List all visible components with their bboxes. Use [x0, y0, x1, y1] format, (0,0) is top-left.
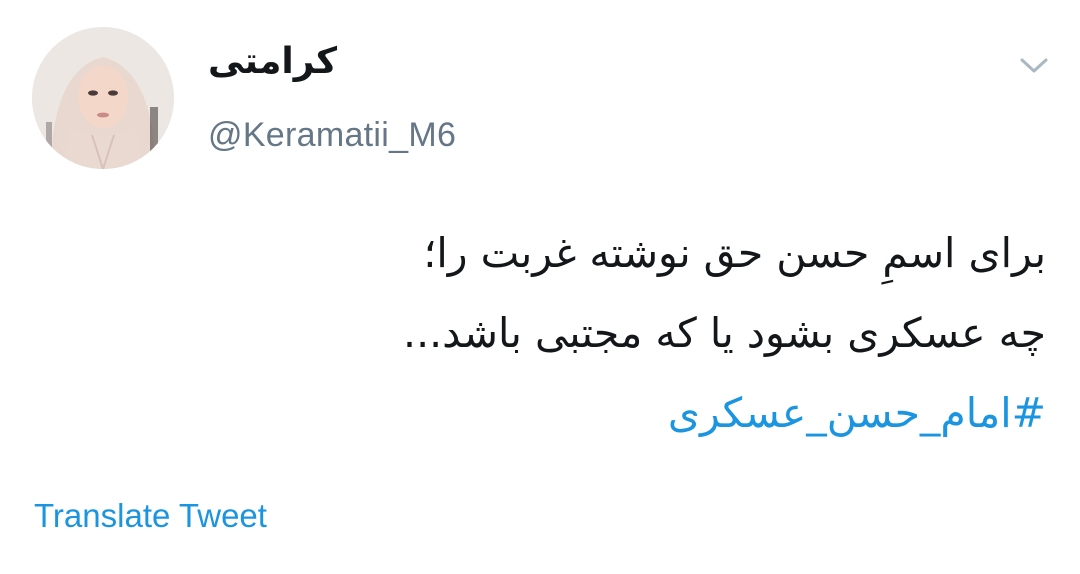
avatar-image	[32, 27, 174, 169]
author-handle[interactable]: @Keramatii_M6	[208, 113, 456, 157]
translate-tweet-link[interactable]: Translate Tweet	[34, 494, 267, 538]
tweet-text-line: برای اسمِ حسن حق نوشته غربت را؛	[423, 229, 1046, 277]
avatar[interactable]	[32, 27, 174, 169]
tweet-menu-button[interactable]	[1012, 50, 1056, 86]
tweet-text: برای اسمِ حسن حق نوشته غربت را؛ چه عسکری…	[36, 213, 1046, 453]
tweet-text-line: چه عسکری بشود یا که مجتبی باشد...	[403, 309, 1046, 357]
chevron-down-icon	[1019, 57, 1049, 79]
hashtag-link[interactable]: #امام_حسن_عسکری	[36, 373, 1046, 453]
author-display-name[interactable]: کرامتی	[208, 38, 337, 86]
